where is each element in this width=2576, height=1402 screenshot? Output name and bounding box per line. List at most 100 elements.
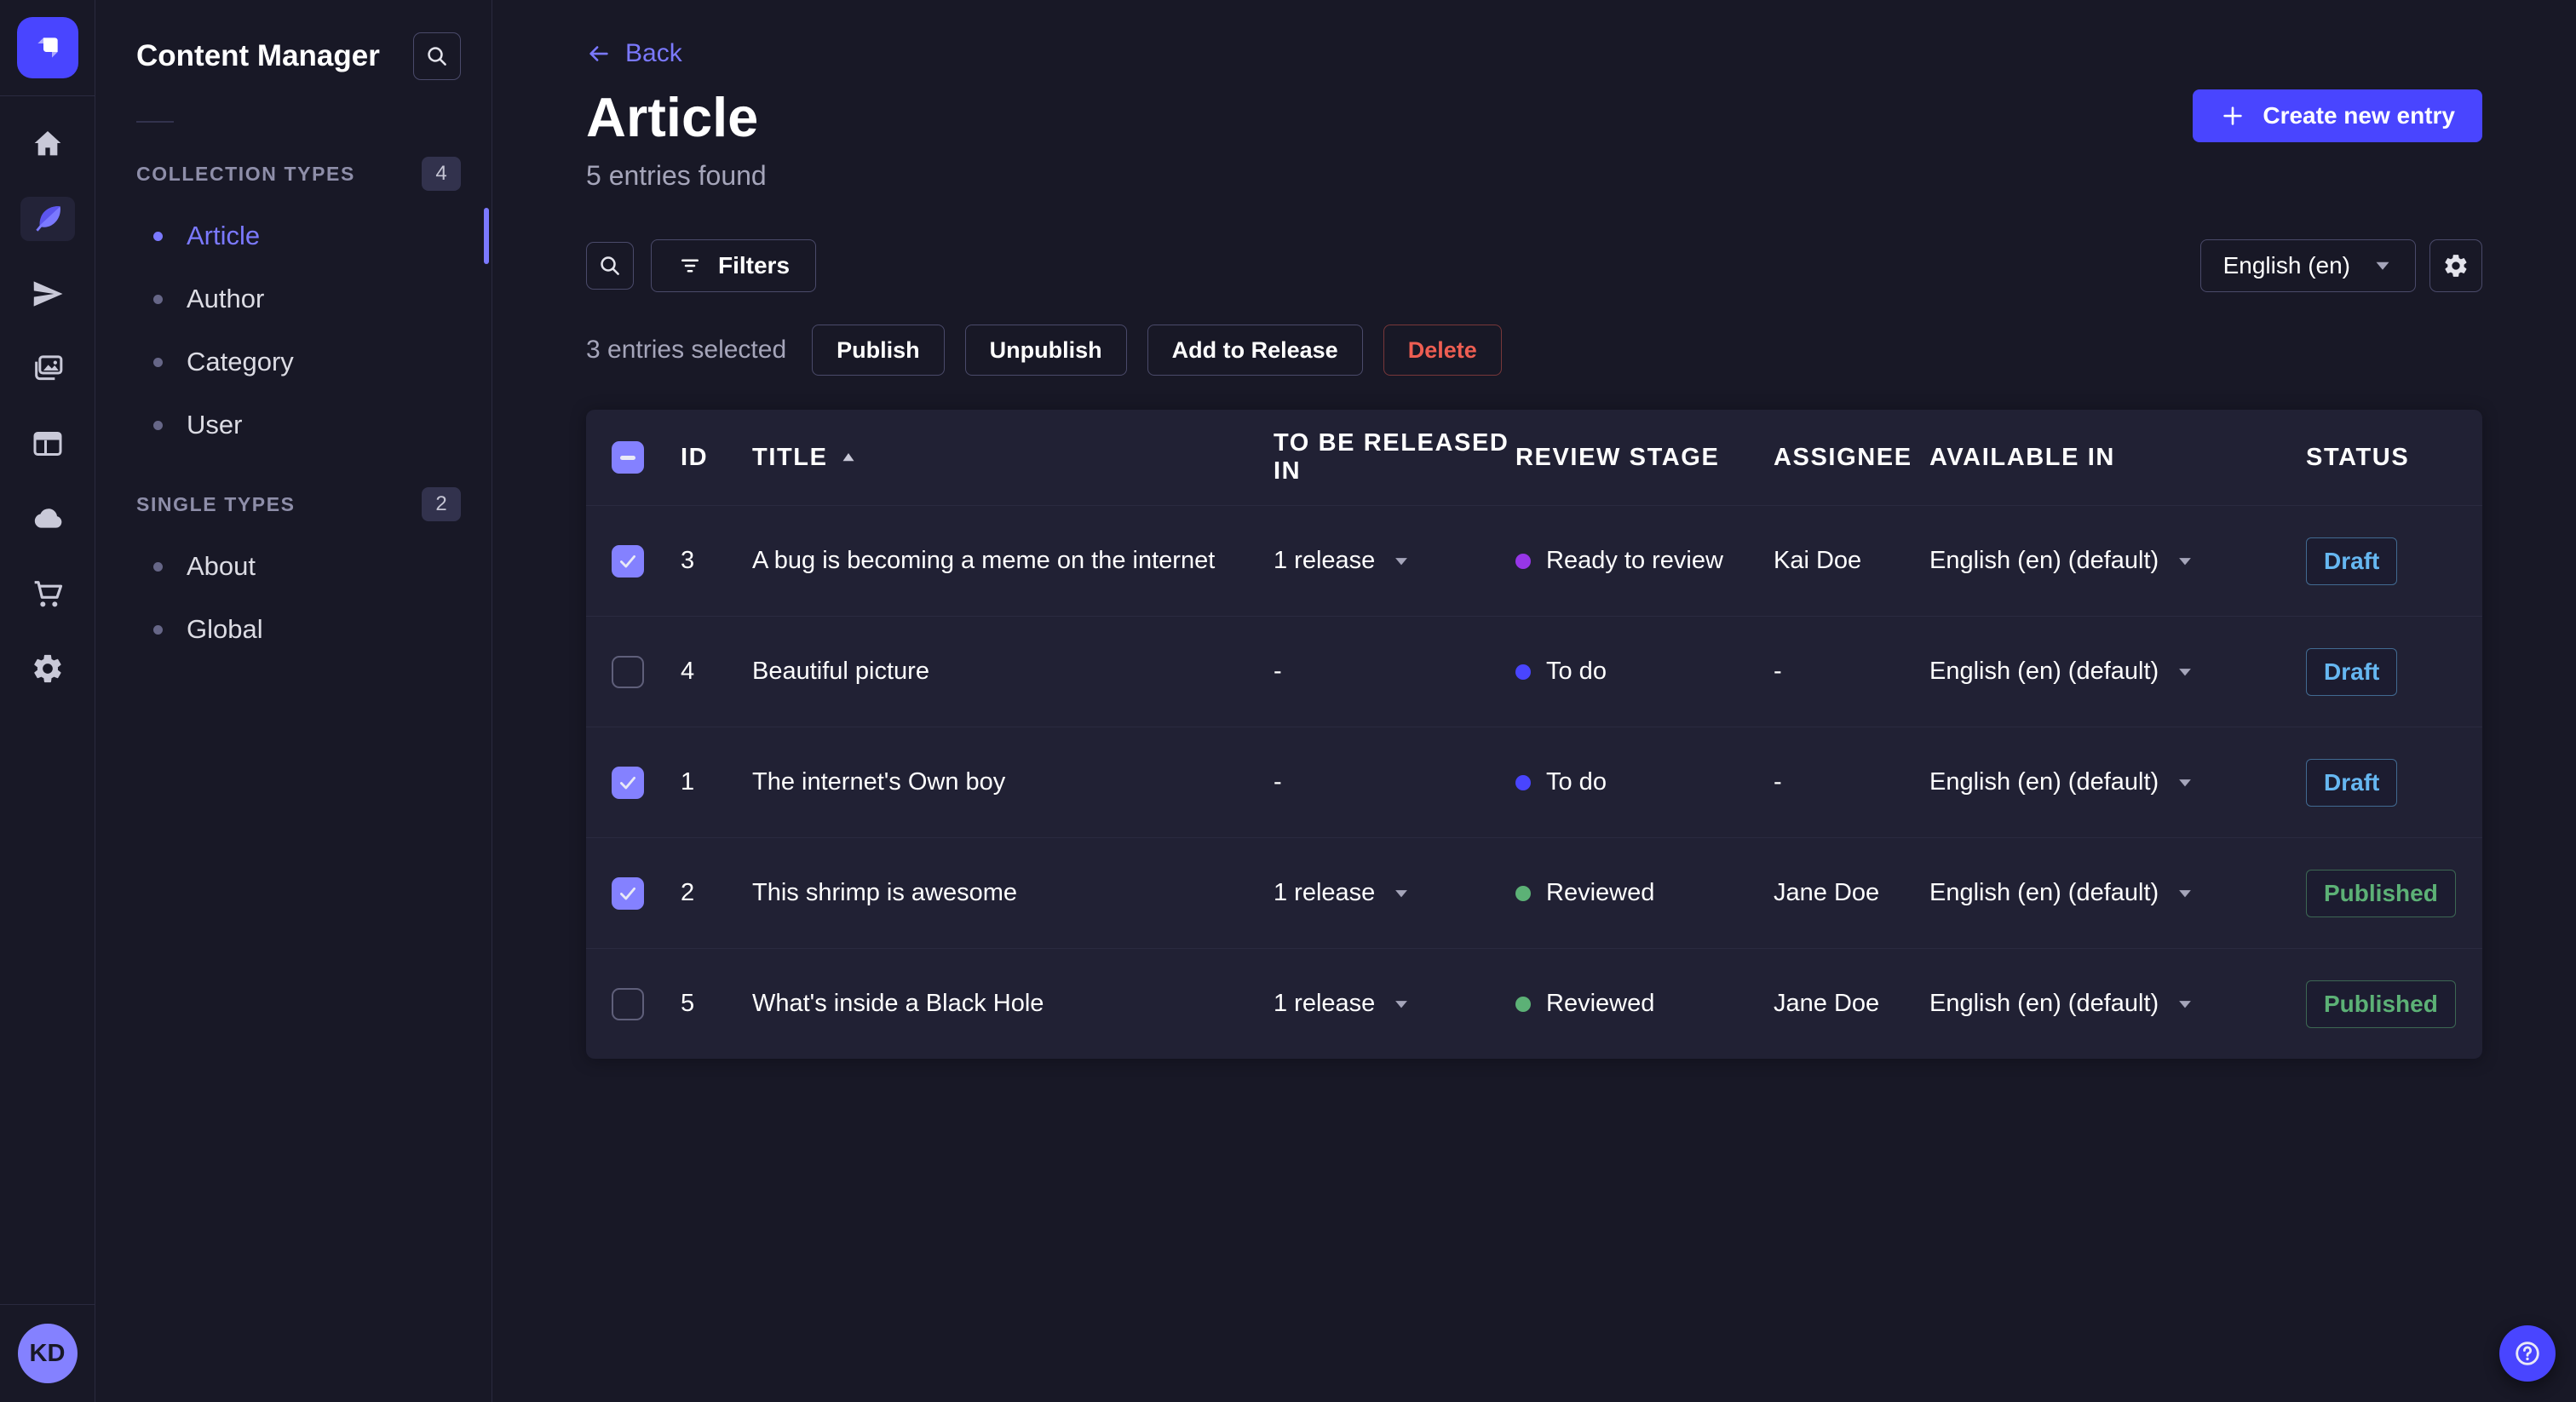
create-new-entry-button[interactable]: Create new entry [2193, 89, 2482, 142]
status-badge: Published [2306, 869, 2456, 917]
cell-locale[interactable]: English (en) (default) [1929, 879, 2306, 907]
table-row[interactable]: 1 The internet's Own boy - To do - Engli… [586, 727, 2482, 837]
cell-id: 1 [681, 768, 695, 796]
locale-select[interactable]: English (en) [2199, 239, 2416, 292]
cell-review-stage: Reviewed [1515, 879, 1774, 907]
back-link[interactable]: Back [586, 39, 682, 68]
rail-item-home[interactable] [20, 122, 75, 166]
table-row[interactable]: 4 Beautiful picture - To do - English (e… [586, 616, 2482, 727]
chevron-down-icon [1392, 552, 1411, 571]
row-checkbox[interactable] [612, 544, 644, 577]
sidebar-item-user[interactable]: User [136, 394, 461, 457]
indeterminate-dash-icon [620, 455, 635, 460]
cell-release[interactable]: 1 release [1274, 990, 1515, 1018]
paper-plane-icon [31, 277, 65, 311]
sidebar-item-label: Category [187, 347, 294, 376]
sidebar-item-label: User [187, 410, 243, 440]
cell-status: Draft [2306, 537, 2482, 585]
cell-status: Published [2306, 980, 2482, 1028]
sort-asc-icon [840, 449, 857, 466]
cell-release[interactable]: - [1274, 658, 1515, 686]
rail-item-content-type-builder[interactable] [20, 422, 75, 466]
question-icon [2512, 1338, 2543, 1369]
row-checkbox[interactable] [612, 876, 644, 910]
cell-locale[interactable]: English (en) (default) [1929, 547, 2306, 575]
search-icon [423, 43, 451, 70]
cell-review-stage: Reviewed [1515, 990, 1774, 1018]
page-title: Article [586, 86, 759, 148]
filter-icon [677, 253, 703, 279]
cell-release[interactable]: 1 release [1274, 879, 1515, 907]
column-header-id[interactable]: ID [681, 444, 752, 472]
collection-types-count: 4 [422, 157, 461, 191]
locale-value: English (en) [2222, 252, 2350, 279]
bullet-icon [153, 420, 163, 430]
status-badge: Draft [2306, 758, 2398, 807]
check-icon [617, 882, 639, 905]
rail-item-marketplace[interactable] [20, 572, 75, 616]
stage-dot-icon [1515, 664, 1531, 680]
sidebar-item-article[interactable]: Article [136, 204, 489, 267]
unpublish-button[interactable]: Unpublish [964, 325, 1127, 376]
bullet-icon [153, 357, 163, 367]
chevron-down-icon [1392, 884, 1411, 903]
feather-icon [31, 202, 65, 236]
cell-locale[interactable]: English (en) (default) [1929, 990, 2306, 1018]
row-checkbox[interactable] [612, 987, 644, 1020]
column-header-assignee[interactable]: ASSIGNEE [1774, 444, 1929, 472]
rail-item-settings[interactable] [20, 646, 75, 691]
table-row[interactable]: 2 This shrimp is awesome 1 release Revie… [586, 837, 2482, 948]
strapi-logo[interactable] [16, 17, 78, 78]
plus-icon [2220, 103, 2245, 129]
status-badge: Published [2306, 980, 2456, 1028]
sidebar-item-category[interactable]: Category [136, 330, 461, 394]
rail-item-deploy[interactable] [20, 497, 75, 541]
sidebar-item-label: Article [187, 221, 261, 250]
cell-title: Beautiful picture [752, 658, 929, 685]
cell-assignee: Jane Doe [1774, 879, 1880, 906]
row-checkbox[interactable] [612, 766, 644, 799]
search-entries-button[interactable] [586, 242, 634, 290]
chevron-down-icon [1392, 995, 1411, 1014]
rail-item-releases[interactable] [20, 272, 75, 316]
search-icon [596, 252, 624, 279]
cell-review-stage: To do [1515, 768, 1774, 796]
collection-types-label: COLLECTION TYPES [136, 162, 355, 185]
filters-button[interactable]: Filters [651, 239, 817, 292]
row-checkbox[interactable] [612, 655, 644, 688]
help-button[interactable] [2499, 1325, 2556, 1382]
sidebar-item-global[interactable]: Global [136, 598, 461, 661]
column-header-status[interactable]: STATUS [2306, 444, 2482, 472]
column-header-available-in[interactable]: AVAILABLE IN [1929, 444, 2306, 472]
cell-release[interactable]: - [1274, 768, 1515, 796]
column-label: AVAILABLE IN [1929, 443, 2115, 471]
avatar[interactable]: KD [17, 1324, 78, 1383]
entries-table: ID TITLE TO BE RELEASED IN REVIEW STAGE … [586, 410, 2482, 1059]
sidebar-item-about[interactable]: About [136, 535, 461, 598]
delete-button[interactable]: Delete [1383, 325, 1502, 376]
rail-item-media-library[interactable] [20, 347, 75, 391]
select-all-checkbox[interactable] [612, 441, 644, 474]
arrow-left-icon [586, 41, 612, 66]
cart-icon [31, 577, 65, 611]
table-header-row: ID TITLE TO BE RELEASED IN REVIEW STAGE … [586, 410, 2482, 505]
publish-button[interactable]: Publish [812, 325, 945, 376]
stage-dot-icon [1515, 774, 1531, 790]
table-row[interactable]: 3 A bug is becoming a meme on the intern… [586, 505, 2482, 616]
cell-locale[interactable]: English (en) (default) [1929, 658, 2306, 686]
add-to-release-button[interactable]: Add to Release [1147, 325, 1363, 376]
column-header-to-be-released-in[interactable]: TO BE RELEASED IN [1274, 429, 1515, 486]
back-label: Back [625, 39, 682, 67]
sidebar-search-button[interactable] [413, 32, 461, 80]
table-row[interactable]: 5 What's inside a Black Hole 1 release R… [586, 948, 2482, 1059]
column-header-title[interactable]: TITLE [752, 444, 1274, 472]
cell-locale[interactable]: English (en) (default) [1929, 768, 2306, 796]
rail-item-content-manager[interactable] [20, 197, 75, 241]
column-header-review-stage[interactable]: REVIEW STAGE [1515, 444, 1774, 472]
sidebar-item-author[interactable]: Author [136, 267, 461, 330]
cell-release[interactable]: 1 release [1274, 547, 1515, 575]
bullet-icon [153, 561, 163, 572]
single-types-list: About Global [136, 535, 461, 661]
view-settings-button[interactable] [2429, 239, 2482, 292]
chevron-down-icon [2176, 552, 2194, 571]
